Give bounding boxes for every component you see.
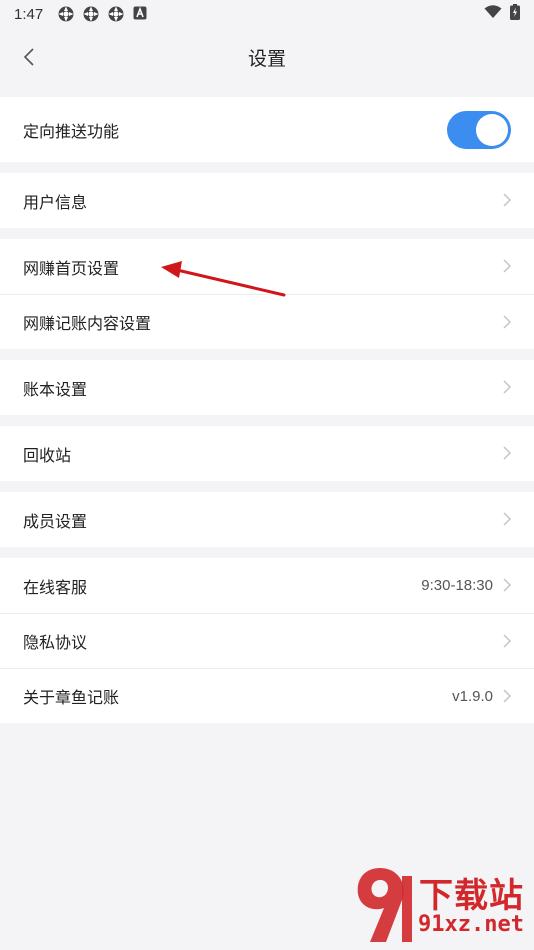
annotation-arrow-icon: [161, 261, 286, 297]
chevron-right-icon: [503, 578, 512, 592]
wifi-icon: [484, 5, 502, 23]
push-toggle[interactable]: [447, 111, 511, 149]
chevron-left-icon: [23, 48, 34, 66]
status-bar: 1:47: [0, 0, 534, 28]
back-button[interactable]: [14, 42, 44, 72]
service-hours-value: 9:30-18:30: [421, 577, 493, 594]
site-watermark: 下载站 91xz.net: [357, 862, 528, 948]
ledger-settings-row[interactable]: 账本设置: [0, 360, 534, 415]
user-group: 用户信息: [0, 173, 534, 228]
status-left: 1:47: [14, 6, 149, 23]
recycle-group: 回收站: [0, 426, 534, 481]
online-service-label: 在线客服: [23, 579, 88, 597]
notification-app-icon: [108, 6, 124, 22]
chevron-right-icon: [503, 380, 512, 394]
user-info-label: 用户信息: [23, 194, 88, 212]
wangzhuan-content-label: 网赚记账内容设置: [23, 316, 152, 333]
status-time: 1:47: [14, 5, 44, 23]
privacy-policy-row[interactable]: 隐私协议: [0, 613, 534, 668]
user-info-row[interactable]: 用户信息: [0, 173, 534, 228]
recycle-bin-label: 回收站: [23, 447, 72, 465]
about-group: 在线客服 9:30-18:30 隐私协议 关于章鱼记账 v1.9.0: [0, 558, 534, 723]
chevron-right-icon: [503, 193, 512, 207]
about-app-row[interactable]: 关于章鱼记账 v1.9.0: [0, 668, 534, 723]
status-right: [484, 4, 520, 24]
wangzhuan-home-label: 网赚首页设置: [23, 260, 120, 278]
push-setting-row: 定向推送功能: [0, 97, 534, 162]
page-title: 设置: [247, 48, 286, 70]
ledger-group: 账本设置: [0, 360, 534, 415]
ledger-settings-label: 账本设置: [23, 381, 88, 399]
push-settings-group: 定向推送功能: [0, 97, 534, 162]
nav-bar: 设置: [0, 28, 534, 86]
recycle-bin-row[interactable]: 回收站: [0, 426, 534, 481]
chevron-right-icon: [503, 259, 512, 273]
toggle-knob: [476, 114, 508, 146]
chevron-right-icon: [503, 446, 512, 460]
notification-app-icon: [83, 6, 99, 22]
chevron-right-icon: [503, 512, 512, 526]
online-service-row[interactable]: 在线客服 9:30-18:30: [0, 558, 534, 613]
battery-icon: [510, 4, 520, 24]
chevron-right-icon: [503, 315, 512, 329]
member-settings-row[interactable]: 成员设置: [0, 492, 534, 547]
members-group: 成员设置: [0, 492, 534, 547]
push-setting-label: 定向推送功能: [23, 123, 120, 141]
notification-app-icon: [58, 6, 74, 22]
about-app-label: 关于章鱼记账: [23, 690, 120, 707]
watermark-url: 91xz.net: [418, 912, 524, 937]
autofill-icon: [133, 6, 149, 22]
version-value: v1.9.0: [452, 687, 493, 705]
watermark-logo-icon: [357, 868, 412, 942]
member-settings-label: 成员设置: [23, 513, 88, 531]
watermark-title: 下载站: [419, 877, 524, 915]
chevron-right-icon: [503, 689, 512, 703]
privacy-policy-label: 隐私协议: [23, 635, 88, 652]
chevron-right-icon: [503, 634, 512, 648]
